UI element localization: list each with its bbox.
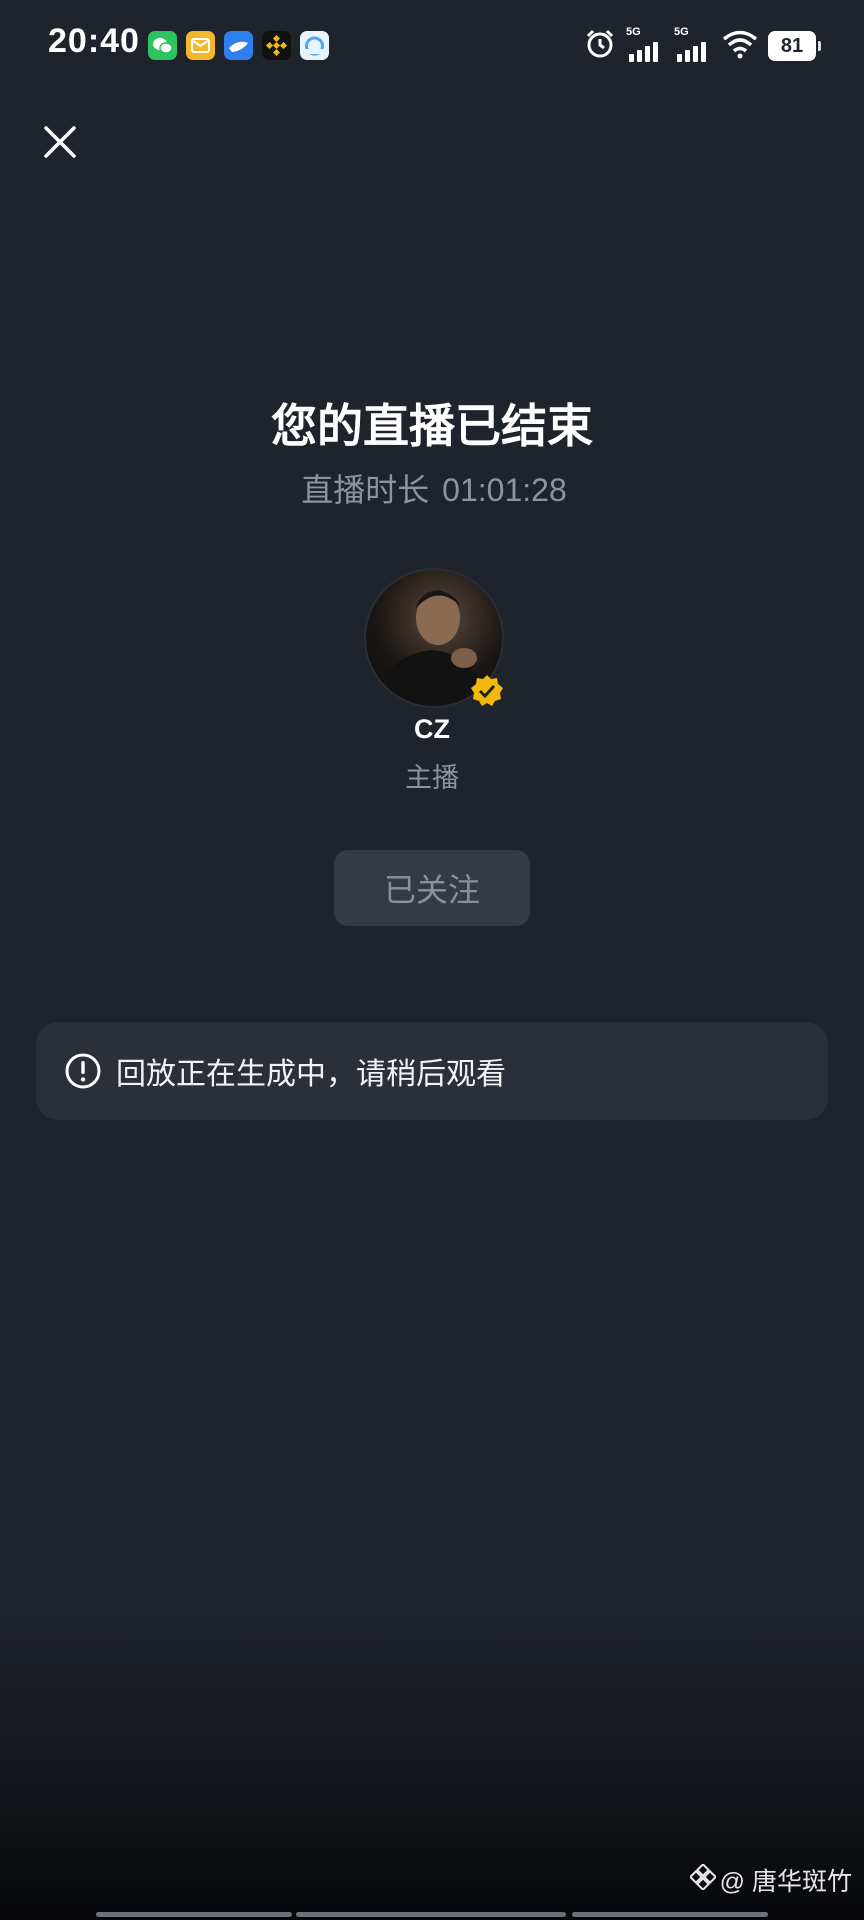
alarm-icon: [584, 28, 616, 65]
host-role: 主播: [405, 763, 459, 793]
close-icon: [44, 126, 76, 158]
signal-bars-icon: [677, 42, 706, 62]
wifi-icon: [722, 29, 758, 64]
network-type-label: 5G: [626, 26, 641, 38]
binance-icon: [262, 31, 291, 60]
signal-2: 5G: [674, 26, 712, 64]
notice-text: 回放正在生成中，请稍后观看: [116, 1058, 506, 1091]
live-duration: 直播时长 01:01:28: [0, 465, 864, 511]
verified-badge-icon: [470, 674, 504, 708]
binance-square-icon: [688, 1862, 717, 1897]
wechat-icon: [148, 31, 177, 60]
duration-label: 直播时长: [301, 472, 430, 508]
network-type-label: 5G: [674, 26, 689, 38]
host-name: CZ: [414, 714, 450, 744]
gesture-bar: [0, 1912, 864, 1918]
watermark: @ 唐华斑竹: [688, 1862, 852, 1898]
page-title: 您的直播已结束: [271, 400, 593, 452]
signal-bars-icon: [629, 42, 658, 62]
status-bar: 20:40 5G 5G 81: [0, 0, 864, 92]
feishu-icon: [224, 31, 253, 60]
replay-notice: 回放正在生成中，请稍后观看: [36, 1022, 828, 1120]
watermark-text: @ 唐华斑竹: [719, 1868, 852, 1896]
close-button[interactable]: [40, 122, 80, 162]
followed-button[interactable]: 已关注: [334, 850, 530, 926]
exclamation-circle-icon: [64, 1052, 102, 1090]
duration-value: 01:01:28: [442, 472, 567, 508]
status-time: 20:40: [48, 22, 140, 60]
mail-app-icon: [186, 31, 215, 60]
status-right-group: 5G 5G 81: [584, 26, 821, 65]
browser-app-icon: [300, 31, 329, 60]
battery-indicator: 81: [768, 31, 821, 61]
signal-1: 5G: [626, 26, 664, 64]
